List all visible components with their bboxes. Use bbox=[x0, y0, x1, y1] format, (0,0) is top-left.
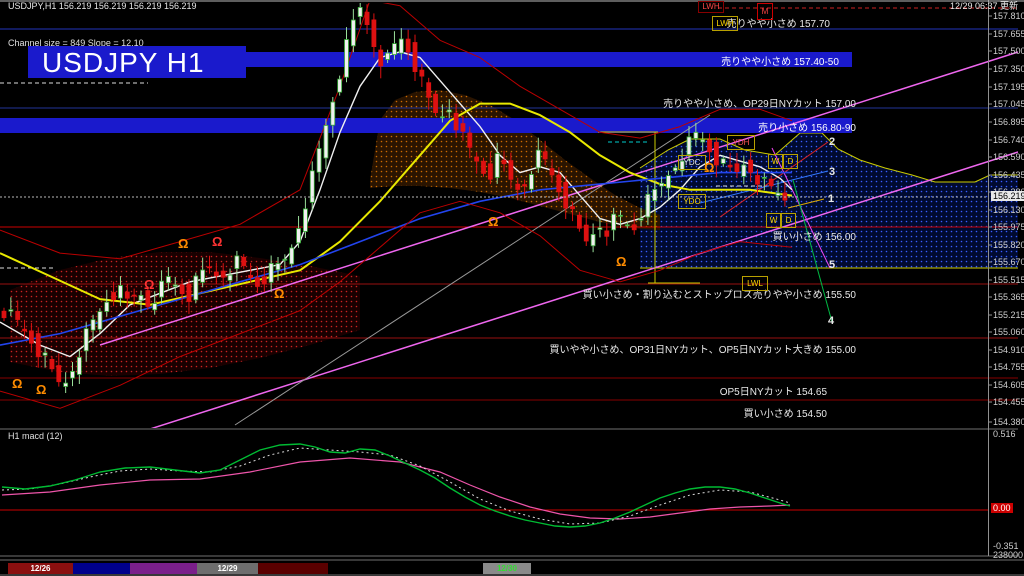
kumo-mid-orange bbox=[370, 90, 660, 230]
session-date-label: 12/30 bbox=[483, 564, 531, 573]
price-axis-label: 157.500 bbox=[993, 46, 1024, 56]
price-axis-label: 157.195 bbox=[993, 82, 1024, 92]
session-segment: 12/29 bbox=[197, 563, 258, 574]
wave-number-4: 4 bbox=[828, 315, 834, 327]
order-band bbox=[0, 118, 852, 133]
pivot-box-w: W bbox=[768, 154, 783, 169]
pivot-box-lwl: LWL bbox=[742, 276, 768, 291]
price-axis-label: 156.130 bbox=[993, 205, 1024, 215]
price-axis-label: 155.670 bbox=[993, 257, 1024, 267]
session-segment: 12/26 bbox=[8, 563, 73, 574]
price-axis-label: 155.215 bbox=[993, 310, 1024, 320]
price-axis-label: 156.435 bbox=[993, 170, 1024, 180]
level-annotation: 買いやや小さめ、OP31日NYカット、OP5日NYカット大きめ 155.00 bbox=[549, 341, 856, 356]
pivot-box-ydc: YDC bbox=[678, 155, 706, 170]
pivot-box-ydo: YDO bbox=[678, 194, 706, 209]
session-date-label: 12/29 bbox=[197, 564, 258, 573]
session-segment bbox=[130, 563, 197, 574]
symbol-quote-line: USDJPY,H1 156.219 156.219 156.219 156.21… bbox=[8, 2, 197, 12]
current-price-tag: 156.219 bbox=[991, 191, 1024, 201]
price-axis-label: 157.810 bbox=[993, 11, 1024, 21]
reversal-marker-icon: Ω bbox=[616, 254, 626, 269]
macd-axis-label: 0.516 bbox=[993, 429, 1016, 439]
price-axis-label: 154.380 bbox=[993, 417, 1024, 427]
reversal-marker-icon: Ω bbox=[12, 376, 22, 391]
price-axis-label: 154.455 bbox=[993, 397, 1024, 407]
page-title: USDJPY H1 bbox=[28, 46, 246, 78]
pivot-box-w: W bbox=[766, 213, 781, 228]
level-annotation: 売りやや小さめ 157.40-50 bbox=[721, 53, 839, 68]
macd-panel-layer bbox=[0, 444, 988, 527]
trading-chart-window: USDJPY,H1 156.219 156.219 156.219 156.21… bbox=[0, 0, 1024, 576]
price-axis-label: 154.605 bbox=[993, 380, 1024, 390]
pivot-box-ydh: YDH bbox=[727, 135, 755, 150]
level-annotation: 売りやや小さめ、OP29日NYカット 157.00 bbox=[663, 95, 856, 110]
price-axis-label: 156.740 bbox=[993, 135, 1024, 145]
level-annotation: 売りやや小さめ 157.70 bbox=[727, 15, 830, 30]
price-axis-label: 156.895 bbox=[993, 117, 1024, 127]
price-axis-label: 155.515 bbox=[993, 275, 1024, 285]
reversal-marker-icon: Ω bbox=[178, 236, 188, 251]
macd-axis-label: 0.00 bbox=[991, 503, 1013, 513]
reversal-marker-icon: Ω bbox=[488, 214, 498, 229]
level-annotation: 買い小さめ・割り込むとストップロス売りやや小さめ 155.50 bbox=[583, 286, 856, 301]
pivot-box-m: M bbox=[757, 3, 773, 20]
macd-axis-label: 238000 bbox=[993, 550, 1023, 560]
price-axis-label: 157.350 bbox=[993, 64, 1024, 74]
reversal-marker-icon: Ω bbox=[144, 277, 154, 292]
level-annotation: 売り小さめ 156.80-90 bbox=[758, 119, 856, 134]
wave-number-2: 2 bbox=[829, 136, 835, 148]
pivot-box-d: D bbox=[783, 154, 798, 169]
price-axis-label: 154.755 bbox=[993, 362, 1024, 372]
price-axis-label: 156.590 bbox=[993, 152, 1024, 162]
wave-number-3: 3 bbox=[829, 166, 835, 178]
level-annotation: 買い小さめ 156.00 bbox=[773, 228, 856, 243]
wave-number-1: 1 bbox=[828, 193, 834, 205]
price-axis-label: 157.045 bbox=[993, 99, 1024, 109]
pivot-box-d: D bbox=[781, 213, 796, 228]
pivot-box-lwh: LWH bbox=[712, 16, 738, 31]
session-segment bbox=[73, 563, 130, 574]
session-date-label: 12/26 bbox=[8, 564, 73, 573]
wave-number-5: 5 bbox=[829, 259, 835, 271]
reversal-marker-icon: Ω bbox=[36, 382, 46, 397]
reversal-marker-icon: Ω bbox=[704, 160, 714, 175]
reversal-marker-icon: Ω bbox=[212, 234, 222, 249]
price-axis-label: 157.655 bbox=[993, 29, 1024, 39]
level-annotation: OP5日NYカット 154.65 bbox=[720, 383, 827, 398]
price-axis-label: 155.365 bbox=[993, 292, 1024, 302]
session-segment: 12/30 bbox=[483, 563, 531, 574]
macd-indicator-label: H1 macd (12) bbox=[8, 432, 63, 442]
reversal-marker-icon: Ω bbox=[274, 286, 284, 301]
session-bar: 12/26 12/29 12/30 bbox=[0, 563, 1024, 574]
price-axis-label: 154.910 bbox=[993, 345, 1024, 355]
price-axis-label: 155.060 bbox=[993, 327, 1024, 337]
price-axis-label: 155.820 bbox=[993, 240, 1024, 250]
level-annotation: 買い小さめ 154.50 bbox=[744, 405, 827, 420]
session-segment bbox=[258, 563, 328, 574]
kumo-left-red bbox=[10, 252, 360, 376]
pivot-box-lwh: LWH bbox=[698, 1, 724, 13]
price-axis-label: 155.975 bbox=[993, 222, 1024, 232]
